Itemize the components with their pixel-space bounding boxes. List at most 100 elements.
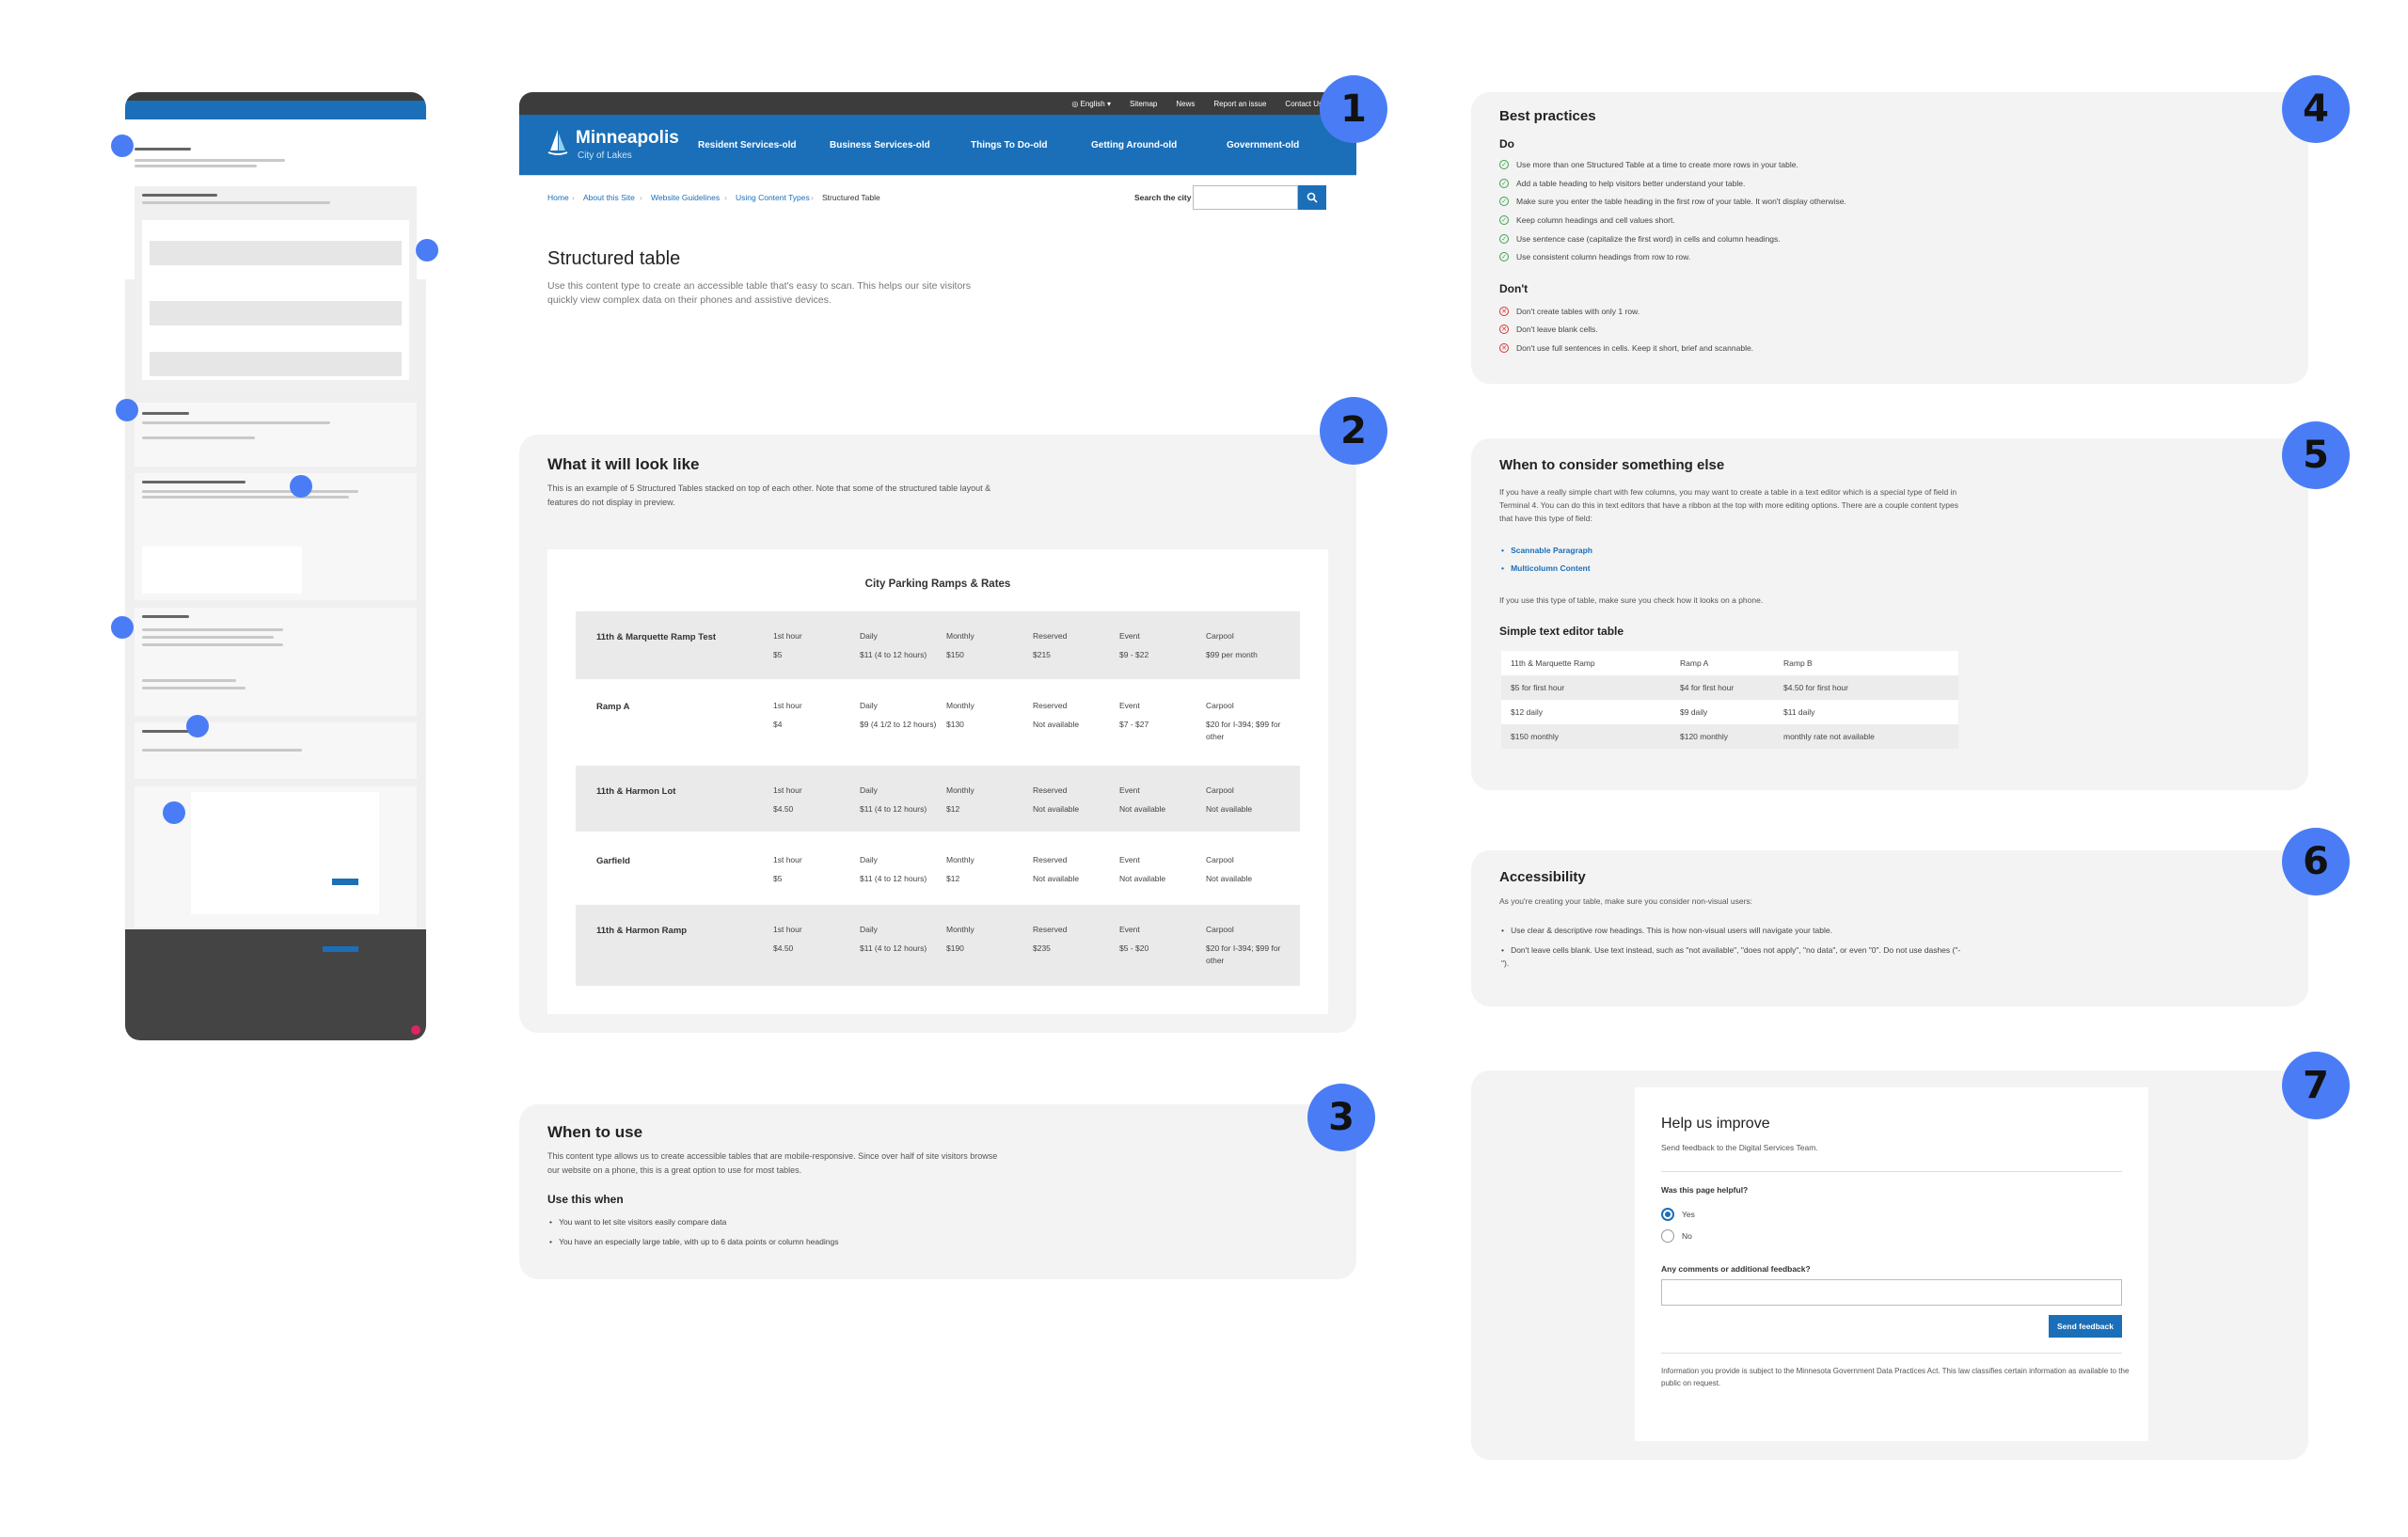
step-badge-3: 3: [1307, 1084, 1375, 1151]
radio-no[interactable]: No: [1661, 1229, 1692, 1243]
column-header: 1st hour: [773, 701, 802, 710]
send-feedback-button[interactable]: Send feedback: [2049, 1315, 2122, 1338]
table-cell: $4 for first hour: [1680, 683, 1735, 692]
row-heading: Garfield: [596, 856, 630, 866]
consider-else-heading: When to consider something else: [1499, 457, 1725, 473]
marker-dot: [416, 239, 438, 261]
list-item: • You have an especially large table, wi…: [549, 1237, 839, 1246]
table-row: $12 daily $9 daily $11 daily: [1501, 700, 1958, 724]
table-cell: Not available: [1033, 720, 1080, 729]
table-cell: $11 (4 to 12 hours): [860, 874, 927, 883]
table-cell: $150: [946, 650, 964, 659]
column-header: Ramp A: [1680, 658, 1709, 668]
row-heading: 11th & Marquette Ramp Test: [596, 632, 717, 642]
comments-field[interactable]: [1661, 1279, 2122, 1306]
breadcrumb-home[interactable]: Home: [547, 193, 569, 202]
column-header: Carpool: [1206, 785, 1234, 795]
table-cell: $5 for first hour: [1511, 683, 1565, 692]
table-row: Garfield 1st hour $5 Daily $11 (4 to 12 hour…: [576, 835, 1300, 901]
column-header: Reserved: [1033, 631, 1068, 641]
table-row: $5 for first hour $4 for first hour $4.50 …: [1501, 675, 1958, 700]
column-header: Monthly: [946, 631, 974, 641]
sailboat-logo-icon[interactable]: [547, 128, 568, 156]
contact-link[interactable]: Contact Us: [1285, 100, 1323, 108]
column-header: Event: [1119, 631, 1140, 641]
page-intro: Use this content type to create an acces…: [547, 280, 972, 306]
nav-resident-services[interactable]: Resident Services-old: [698, 140, 796, 151]
logo-title[interactable]: Minneapolis: [576, 128, 679, 149]
language-select[interactable]: ◎ English ▾: [1071, 100, 1111, 108]
column-header: Reserved: [1033, 925, 1068, 934]
nav-things-to-do[interactable]: Things To Do-old: [971, 140, 1047, 151]
preview-heading: What it will look like: [547, 455, 700, 473]
step-badge-7: 7: [2282, 1052, 2350, 1119]
phone-note: If you use this type of table, make sure…: [1499, 595, 1764, 605]
mini-card: [135, 473, 417, 600]
column-header: Daily: [860, 785, 878, 795]
helpful-question: Was this page helpful?: [1661, 1185, 1749, 1195]
search-label: Search the city: [1134, 193, 1192, 202]
breadcrumb-about[interactable]: About this Site: [583, 193, 635, 202]
logo-subtitle: City of Lakes: [578, 151, 632, 161]
column-header: Daily: [860, 701, 878, 710]
table-cell: $9 (4 1/2 to 12 hours): [860, 720, 937, 729]
page-overview-thumbnail: [125, 92, 426, 1040]
table-cell: Not available: [1206, 804, 1253, 814]
do-item: ✓ Make sure you enter the table heading i…: [1499, 197, 1846, 206]
table-cell: Not available: [1119, 874, 1166, 883]
nav-getting-around[interactable]: Getting Around-old: [1091, 140, 1177, 151]
column-header: Daily: [860, 925, 878, 934]
column-header: Ramp B: [1783, 658, 1813, 668]
table-cell: $12 daily: [1511, 707, 1544, 717]
page-title: Structured table: [547, 248, 681, 269]
dont-item: ✕ Don't use full sentences in cells. Keep…: [1499, 343, 1753, 353]
table-cell: $9 - $22: [1119, 650, 1149, 659]
x-icon: ✕: [1499, 307, 1509, 316]
column-header: Reserved: [1033, 701, 1068, 710]
utility-bar: ◎ English ▾ Sitemap News Report an issue…: [519, 92, 1356, 115]
preview-text: This is an example of 5 Structured Table…: [547, 483, 991, 507]
check-icon: ✓: [1499, 252, 1509, 261]
table-cell: $11 (4 to 12 hours): [860, 943, 927, 953]
table-cell: $20 for I-394; $99 for other: [1206, 943, 1281, 965]
table-cell: $5 - $20: [1119, 943, 1149, 953]
search-button[interactable]: [1298, 185, 1326, 210]
mini-card: [135, 186, 417, 393]
consider-else-text: If you have a really simple chart with f…: [1499, 487, 1958, 523]
mini-card: [135, 722, 417, 779]
breadcrumb-content-types[interactable]: Using Content Types: [736, 193, 810, 202]
mini-topbar: [125, 92, 426, 101]
table-cell: $130: [946, 720, 964, 729]
use-this-when-heading: Use this when: [547, 1193, 624, 1206]
breadcrumb-guidelines[interactable]: Website Guidelines: [651, 193, 720, 202]
column-header: Reserved: [1033, 785, 1068, 795]
report-issue-link[interactable]: Report an issue: [1213, 100, 1266, 108]
sitemap-link[interactable]: Sitemap: [1130, 100, 1157, 108]
table-cell: $4.50: [773, 804, 794, 814]
scannable-paragraph-link[interactable]: • Scannable Paragraph: [1501, 546, 1592, 555]
search-input[interactable]: [1193, 185, 1298, 210]
mini-footer: [125, 929, 426, 1040]
nav-business-services[interactable]: Business Services-old: [830, 140, 930, 151]
x-icon: ✕: [1499, 343, 1509, 353]
mini-card: [135, 608, 417, 716]
news-link[interactable]: News: [1176, 100, 1195, 108]
check-icon: ✓: [1499, 234, 1509, 244]
list-item: • You want to let site visitors easily c…: [549, 1217, 727, 1227]
table-cell: $9 daily: [1680, 707, 1708, 717]
table-row: 11th & Harmon Lot 1st hour $4.50 Daily $11 (…: [576, 766, 1300, 832]
table-cell: $11 daily: [1783, 707, 1815, 717]
column-header: Reserved: [1033, 855, 1068, 864]
check-icon: ✓: [1499, 215, 1509, 225]
table-row: 11th & Harmon Ramp 1st hour $4.50 Daily $11 …: [576, 905, 1300, 986]
column-header: Event: [1119, 701, 1140, 710]
table-cell: $235: [1033, 943, 1051, 953]
table-cell: Not available: [1119, 804, 1166, 814]
multicolumn-content-link[interactable]: • Multicolumn Content: [1501, 563, 1591, 573]
table-cell: Not available: [1033, 874, 1080, 883]
nav-government[interactable]: Government-old: [1227, 140, 1299, 151]
table-cell: $4: [773, 720, 783, 729]
row-heading: 11th & Harmon Ramp: [596, 926, 688, 936]
radio-yes[interactable]: Yes: [1661, 1208, 1695, 1221]
x-icon: ✕: [1499, 325, 1509, 334]
